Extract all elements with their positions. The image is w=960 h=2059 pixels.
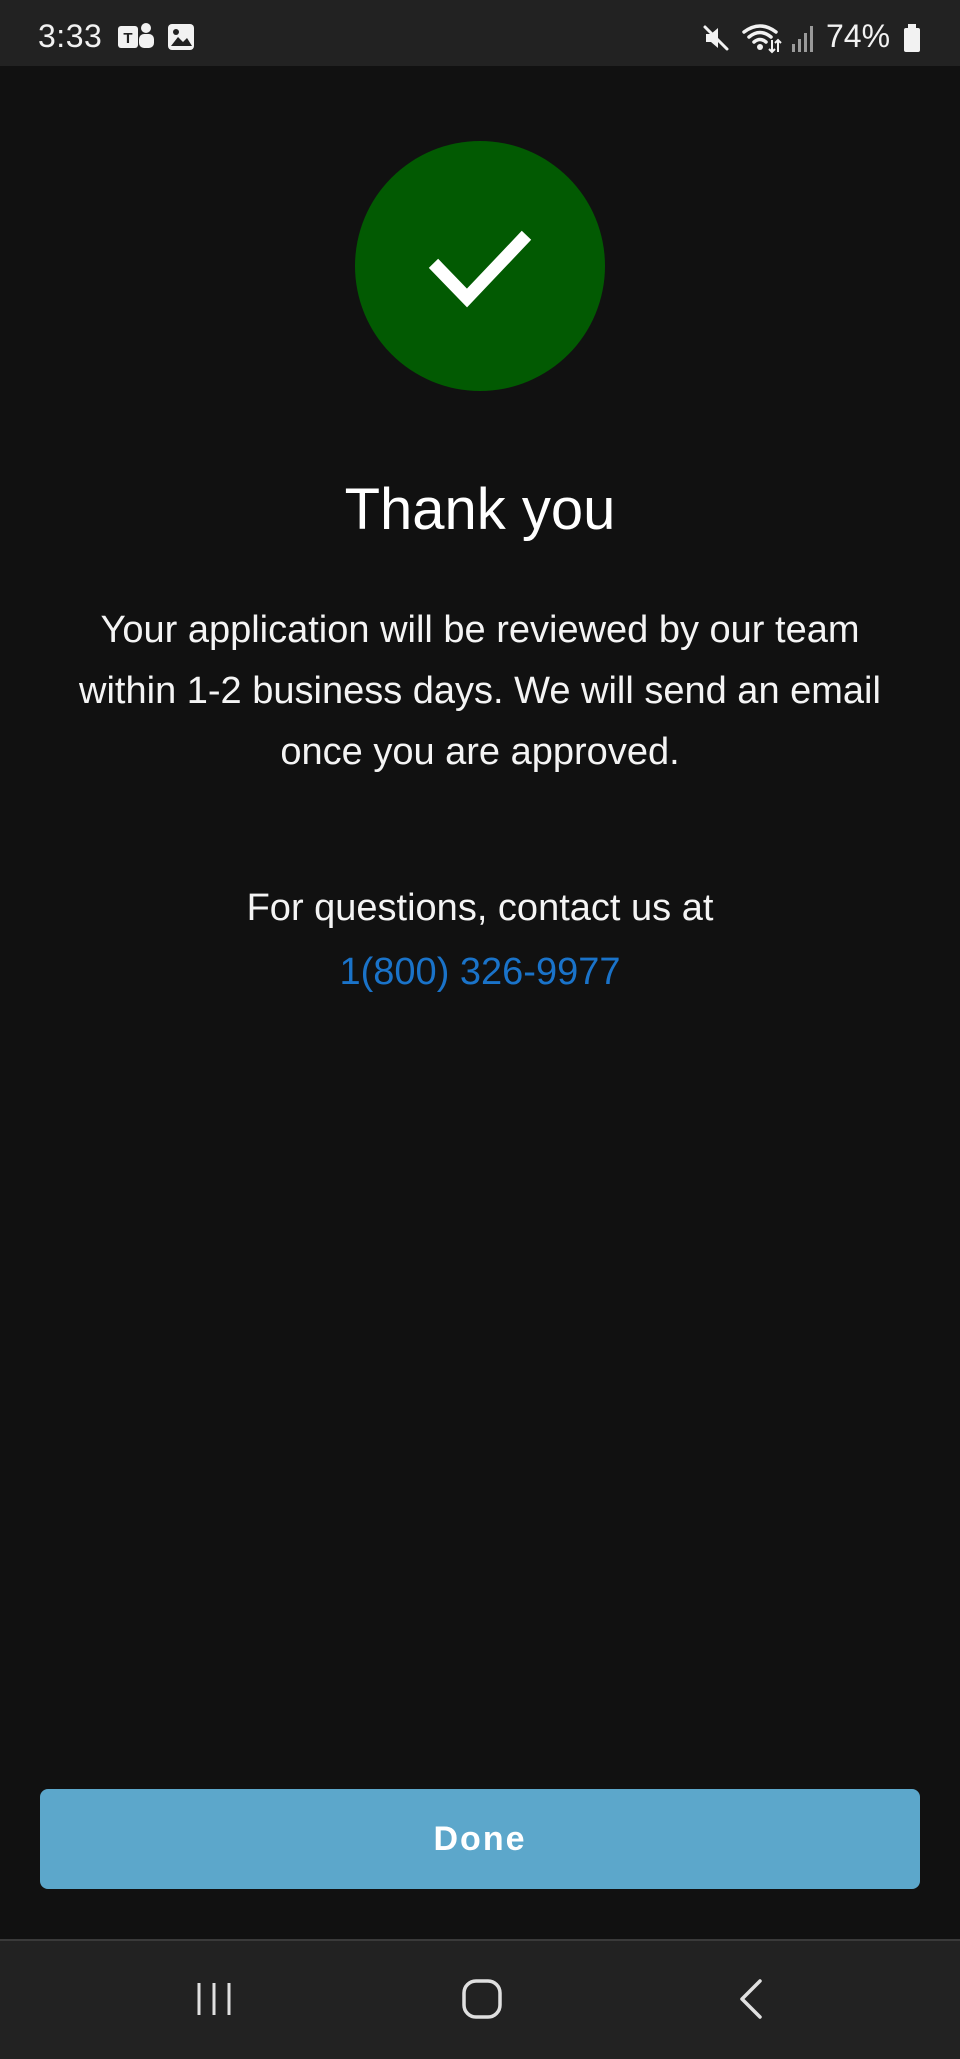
contact-label: For questions, contact us at: [246, 887, 714, 929]
signal-icon: [790, 22, 818, 52]
mute-icon: [700, 22, 732, 52]
wifi-icon: [742, 22, 782, 54]
home-icon[interactable]: [443, 1969, 523, 2029]
contact-phone-link[interactable]: 1(800) 326-9977: [0, 942, 960, 1002]
checkmark-icon: [428, 230, 532, 308]
back-icon[interactable]: [712, 1969, 792, 2029]
teams-icon: T: [118, 22, 156, 52]
success-badge: [355, 141, 605, 391]
battery-icon: [902, 22, 922, 52]
recent-apps-icon[interactable]: [174, 1969, 254, 2029]
confirmation-message: Your application will be reviewed by our…: [79, 609, 881, 773]
navigation-bar: [0, 1941, 960, 2059]
svg-text:T: T: [123, 30, 132, 47]
done-button[interactable]: Done: [40, 1789, 920, 1889]
status-time: 3:33: [38, 18, 103, 54]
gallery-icon: [166, 22, 196, 52]
page-title: Thank you: [344, 477, 616, 542]
status-bar: 3:33 T 74%: [0, 0, 960, 66]
battery-percent: 74%: [826, 18, 891, 54]
